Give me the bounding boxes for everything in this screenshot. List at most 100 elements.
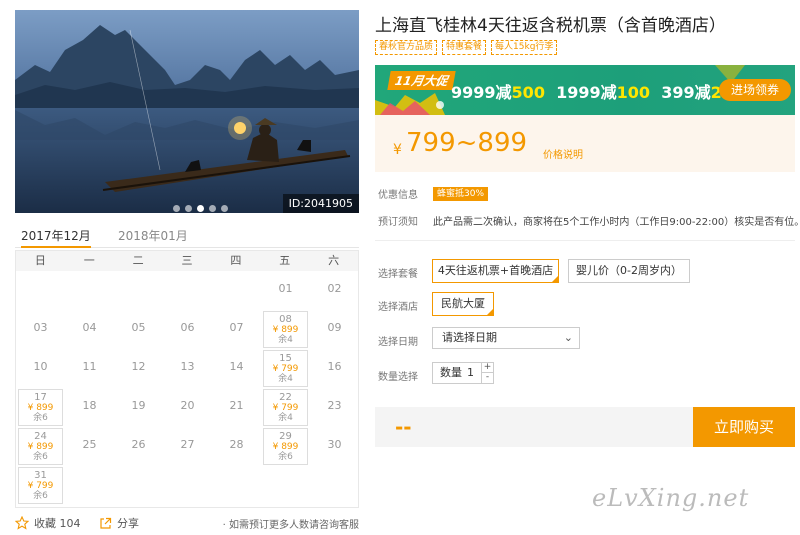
tab-2018-01[interactable]: 2018年01月: [118, 228, 188, 248]
product-tags: 春秋官方品质 特惠套餐 每人15kg行李: [375, 40, 558, 55]
calendar-day: 07: [212, 310, 261, 349]
day-price: ¥ 799: [272, 403, 299, 413]
weekday-label: 四: [230, 254, 242, 267]
divider: [375, 240, 795, 241]
month-tabs: 2017年12月 2018年01月: [15, 228, 359, 248]
calendar-day: 25: [65, 427, 114, 466]
day-number: 25: [82, 438, 97, 451]
day-number: 05: [131, 321, 146, 334]
calendar-day-available[interactable]: 15 ¥ 799 余4: [263, 350, 308, 387]
product-title: 上海直飞桂林4天往返含税机票（含首晚酒店）: [375, 16, 726, 36]
date-label: 选择日期: [378, 337, 418, 348]
photo-id-label: ID:2041905: [282, 194, 359, 213]
day-price: ¥ 799: [27, 481, 54, 491]
product-tag: 每人15kg行李: [491, 40, 558, 55]
day-number: 22: [279, 392, 292, 403]
calendar-day-available[interactable]: 24 ¥ 899 余6: [18, 428, 63, 465]
deal-text: 1999减: [556, 83, 617, 102]
day-number: 27: [180, 438, 195, 451]
buy-now-button[interactable]: 立即购买: [693, 407, 795, 447]
calendar-day: 09: [310, 310, 359, 349]
day-number: 17: [34, 392, 47, 403]
package-option-selected[interactable]: 4天往返机票+首晚酒店: [432, 259, 559, 283]
weekday-label: 三: [181, 254, 193, 267]
weekday-label: 五: [279, 254, 291, 267]
day-remaining: 余4: [278, 413, 293, 423]
calendar-day-available[interactable]: 22 ¥ 799 余4: [263, 389, 308, 426]
calendar-day: 19: [114, 388, 163, 427]
package-option-infant[interactable]: 婴儿价（0-2周岁内）: [568, 259, 690, 283]
day-number: 23: [327, 399, 342, 412]
day-number: 06: [180, 321, 195, 334]
day-number: 04: [82, 321, 97, 334]
calendar-day: 20: [163, 388, 212, 427]
product-tag: 特惠套餐: [442, 40, 487, 55]
calendar-day: 14: [212, 349, 261, 388]
carousel-dot[interactable]: [173, 205, 180, 212]
carousel-dot[interactable]: [185, 205, 192, 212]
calendar-day: 21: [212, 388, 261, 427]
action-bar: 收藏 104 分享 · 如需预订更多人数请咨询客服: [15, 515, 359, 533]
day-remaining: 余4: [278, 374, 293, 384]
promo-deals: 9999减500 1999减100 399减20: [451, 79, 733, 103]
date-placeholder: 请选择日期: [442, 331, 497, 344]
calendar-weekday-header: 日 一 二 三 四 五 六: [16, 251, 358, 271]
day-number: 21: [229, 399, 244, 412]
carousel-dot-active[interactable]: [197, 205, 204, 212]
carousel-dot[interactable]: [209, 205, 216, 212]
weekday-label: 日: [34, 254, 46, 267]
carousel-dot[interactable]: [221, 205, 228, 212]
quantity-stepper[interactable]: 数量 1 + -: [432, 362, 494, 384]
day-remaining: 余4: [278, 335, 293, 345]
calendar-day-available[interactable]: 08 ¥ 899 余4: [263, 311, 308, 348]
day-price: ¥ 899: [272, 325, 299, 335]
day-number: 31: [34, 470, 47, 481]
share-icon: [100, 517, 112, 529]
carousel-dots[interactable]: [173, 205, 228, 212]
quantity-value[interactable]: 1: [467, 363, 474, 383]
hotel-option-selected[interactable]: 民航大厦: [432, 292, 494, 316]
promo-badge: 11月大促: [387, 71, 456, 90]
calendar-day: 11: [65, 349, 114, 388]
deal-text: 9999减: [451, 83, 512, 102]
day-number: 11: [82, 360, 97, 373]
day-number: 24: [34, 431, 47, 442]
calendar-day: 05: [114, 310, 163, 349]
calendar-day-available[interactable]: 17 ¥ 899 余6: [18, 389, 63, 426]
calendar-day-available[interactable]: 29 ¥ 899 余6: [263, 428, 308, 465]
calendar-day: 23: [310, 388, 359, 427]
tab-2017-12[interactable]: 2017年12月: [21, 228, 91, 248]
contact-note: · 如需预订更多人数请咨询客服: [222, 520, 359, 531]
quantity-decrement-button[interactable]: -: [481, 373, 493, 383]
calendar-day: 01: [261, 271, 310, 310]
day-number: 01: [278, 282, 293, 295]
notice-text: 此产品需二次确认，商家将在5个工作小时内（工作日9:00-22:00）核实是否有…: [433, 217, 800, 228]
day-number: 26: [131, 438, 146, 451]
product-photo[interactable]: ID:2041905: [15, 10, 359, 213]
product-tag: 春秋官方品质: [375, 40, 438, 55]
date-select[interactable]: 请选择日期 ⌄: [432, 327, 580, 349]
calendar-day-available[interactable]: 31 ¥ 799 余6: [18, 467, 63, 504]
weekday-label: 六: [328, 254, 340, 267]
calendar-day: 06: [163, 310, 212, 349]
hotel-label: 选择酒店: [378, 302, 418, 313]
day-price: ¥ 899: [27, 442, 54, 452]
favorite-button[interactable]: 收藏 104: [15, 515, 81, 531]
share-button[interactable]: 分享: [99, 515, 139, 531]
coupon-button[interactable]: 进场领券: [719, 79, 791, 101]
promo-banner[interactable]: 11月大促 9999减500 1999减100 399减20 进场领券: [375, 65, 795, 115]
discount-label: 优惠信息: [378, 190, 418, 201]
site-watermark: eLvXing.net: [592, 484, 750, 512]
day-number: 13: [180, 360, 195, 373]
day-price: ¥ 899: [27, 403, 54, 413]
total-price: --: [395, 415, 412, 439]
calendar-day: 02: [310, 271, 359, 310]
discount-badge: 蜂蜜抵30%: [433, 187, 489, 201]
price-explanation-link[interactable]: 价格说明: [543, 146, 583, 161]
star-icon: [15, 516, 29, 530]
price-box: ¥ 799~899 价格说明: [375, 115, 795, 172]
day-number: 16: [327, 360, 342, 373]
day-price: ¥ 899: [272, 442, 299, 452]
day-number: 02: [327, 282, 342, 295]
chevron-down-icon: ⌄: [563, 331, 573, 344]
